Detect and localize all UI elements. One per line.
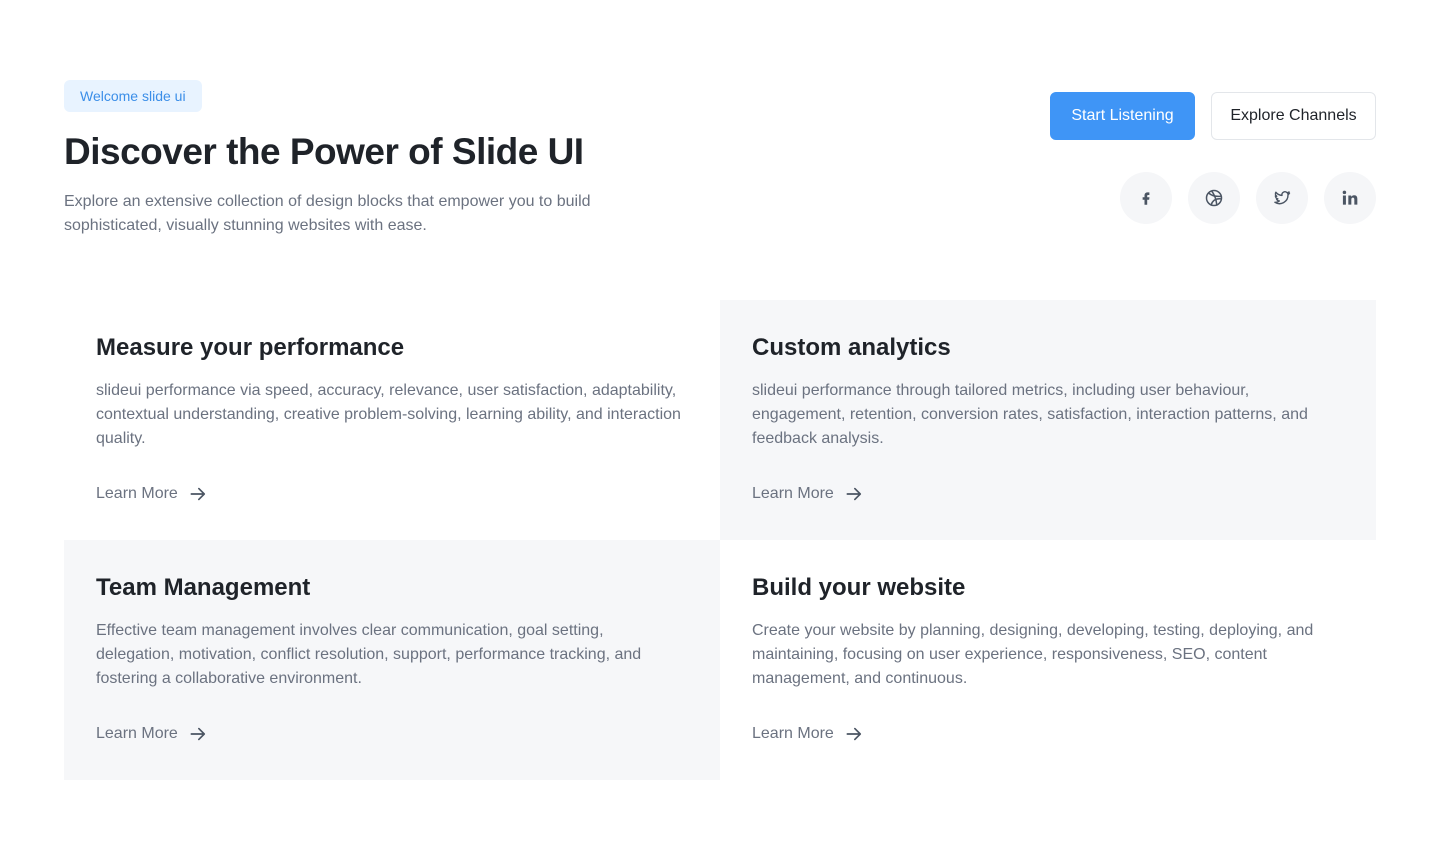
- facebook-link[interactable]: [1120, 172, 1172, 224]
- start-listening-button[interactable]: Start Listening: [1050, 92, 1195, 140]
- linkedin-icon: [1340, 188, 1360, 208]
- learn-more-link[interactable]: Learn More: [96, 724, 208, 744]
- learn-more-link[interactable]: Learn More: [752, 484, 864, 504]
- feature-card: Build your website Create your website b…: [720, 540, 1376, 780]
- page-title: Discover the Power of Slide UI: [64, 131, 584, 172]
- page: Welcome slide ui Discover the Power of S…: [0, 0, 1440, 861]
- facebook-icon: [1137, 189, 1155, 207]
- learn-more-label: Learn More: [96, 485, 178, 502]
- card-title: Team Management: [96, 574, 311, 601]
- arrow-right-icon: [188, 484, 208, 504]
- welcome-badge: Welcome slide ui: [64, 80, 202, 112]
- social-links: [1120, 172, 1376, 224]
- card-title: Measure your performance: [96, 334, 405, 361]
- card-description: slideui performance through tailored met…: [752, 382, 1308, 447]
- feature-grid: Measure your performance slideui perform…: [64, 300, 1376, 780]
- card-title: Custom analytics: [752, 334, 951, 361]
- arrow-right-icon: [188, 724, 208, 744]
- card-description: Create your website by planning, designi…: [752, 622, 1314, 687]
- feature-card: Measure your performance slideui perform…: [64, 300, 720, 540]
- feature-card: Team Management Effective team managemen…: [64, 540, 720, 780]
- card-description: Effective team management involves clear…: [96, 622, 642, 687]
- hero-actions: Start Listening Explore Channels: [1050, 92, 1376, 140]
- linkedin-link[interactable]: [1324, 172, 1376, 224]
- twitter-link[interactable]: [1256, 172, 1308, 224]
- learn-more-label: Learn More: [96, 725, 178, 742]
- hero-header: Welcome slide ui Discover the Power of S…: [64, 80, 764, 238]
- card-title: Build your website: [752, 574, 966, 601]
- page-subtitle: Explore an extensive collection of desig…: [64, 193, 591, 235]
- learn-more-label: Learn More: [752, 725, 834, 742]
- arrow-right-icon: [844, 484, 864, 504]
- dribbble-link[interactable]: [1188, 172, 1240, 224]
- feature-card: Custom analytics slideui performance thr…: [720, 300, 1376, 540]
- twitter-icon: [1272, 188, 1292, 208]
- learn-more-link[interactable]: Learn More: [752, 724, 864, 744]
- learn-more-label: Learn More: [752, 485, 834, 502]
- explore-channels-button[interactable]: Explore Channels: [1211, 92, 1376, 140]
- arrow-right-icon: [844, 724, 864, 744]
- dribbble-icon: [1204, 188, 1224, 208]
- card-description: slideui performance via speed, accuracy,…: [96, 382, 681, 447]
- learn-more-link[interactable]: Learn More: [96, 484, 208, 504]
